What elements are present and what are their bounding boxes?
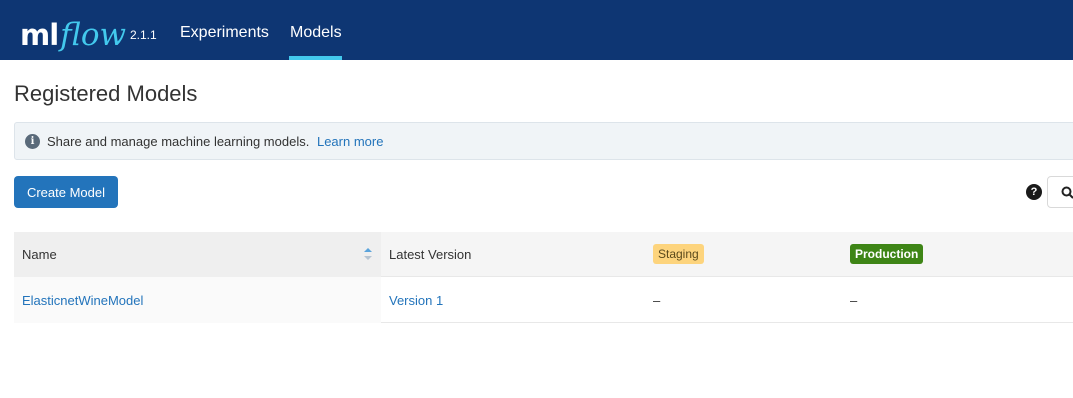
create-model-button[interactable]: Create Model: [14, 176, 118, 208]
top-navigation-bar: ml flow 2.1.1 Experiments Models: [0, 0, 1073, 60]
latest-version-cell: Version 1: [389, 293, 443, 308]
latest-version-header: Latest Version: [389, 247, 472, 262]
model-name-cell: ElasticnetWineModel: [22, 293, 143, 308]
nav-models[interactable]: Models: [290, 24, 342, 42]
info-text: Share and manage machine learning models…: [47, 134, 383, 149]
production-cell: –: [850, 293, 858, 308]
page-title: Registered Models: [14, 81, 198, 106]
info-message: Share and manage machine learning models…: [47, 134, 310, 149]
staging-header-tag: Staging: [653, 244, 704, 264]
mlflow-logo[interactable]: ml flow: [20, 14, 127, 53]
help-icon[interactable]: ?: [1026, 184, 1042, 200]
table-header: Name Latest Version Staging Production: [14, 232, 1073, 277]
model-name-link[interactable]: ElasticnetWineModel: [22, 293, 143, 308]
nav-experiments[interactable]: Experiments: [180, 24, 269, 42]
logo-flow-text: flow: [60, 17, 127, 53]
registered-models-table: Name Latest Version Staging Production E…: [14, 232, 1073, 323]
sort-icon[interactable]: [363, 247, 373, 261]
search-icon: [1061, 186, 1073, 199]
table-row: ElasticnetWineModel Version 1 – –: [14, 277, 1073, 323]
staging-cell: –: [653, 293, 661, 308]
search-button[interactable]: [1047, 176, 1073, 208]
version-label: 2.1.1: [130, 28, 157, 42]
logo-ml-text: ml: [20, 18, 59, 52]
latest-version-link[interactable]: Version 1: [389, 293, 443, 308]
info-icon: i: [25, 134, 40, 149]
info-banner: i Share and manage machine learning mode…: [14, 122, 1073, 160]
production-header-tag: Production: [850, 244, 924, 264]
active-tab-indicator: [289, 56, 342, 60]
name-column-header[interactable]: [14, 232, 381, 277]
learn-more-link[interactable]: Learn more: [317, 134, 383, 149]
name-header[interactable]: Name: [22, 247, 57, 262]
